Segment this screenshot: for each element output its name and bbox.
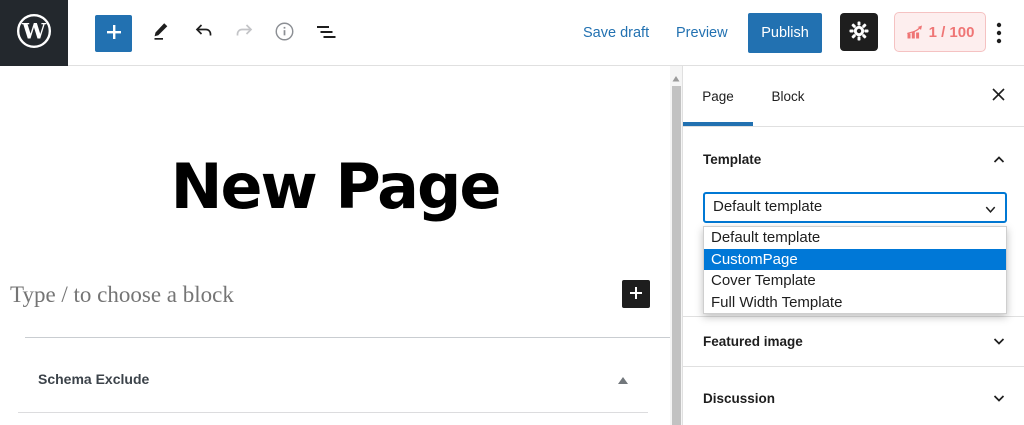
- template-dropdown-list: Default template CustomPage Cover Templa…: [703, 226, 1007, 314]
- editor-scrollbar[interactable]: [670, 66, 682, 425]
- sidebar-divider: [683, 366, 1024, 367]
- options-menu-button[interactable]: [986, 21, 1012, 47]
- template-option-highlighted[interactable]: CustomPage: [704, 249, 1006, 271]
- editor-canvas: New Page Type / to choose a block Schema…: [0, 67, 670, 425]
- details-button[interactable]: [268, 17, 300, 49]
- template-select-value: Default template: [713, 198, 822, 215]
- template-panel-label: Template: [703, 152, 761, 167]
- post-title-input[interactable]: New Page: [0, 150, 670, 223]
- tab-page[interactable]: Page: [683, 66, 753, 126]
- close-icon: [990, 86, 1007, 106]
- metabox-separator: [25, 337, 670, 338]
- block-append-button[interactable]: [622, 280, 650, 308]
- save-draft-button[interactable]: Save draft: [583, 25, 649, 41]
- undo-button[interactable]: [188, 17, 220, 49]
- seo-score-badge[interactable]: 1 / 100: [894, 12, 986, 52]
- seo-graph-icon: [906, 24, 923, 41]
- schema-exclude-metabox-header[interactable]: Schema Exclude: [0, 357, 670, 397]
- scroll-up-icon[interactable]: [672, 70, 680, 78]
- chevron-down-icon[interactable]: [990, 389, 1008, 407]
- wordpress-block-editor: W: [0, 0, 1024, 425]
- chevron-up-icon[interactable]: [990, 151, 1008, 169]
- metabox-title: Schema Exclude: [38, 371, 149, 387]
- settings-toggle-button[interactable]: [840, 13, 878, 51]
- redo-icon: [232, 20, 256, 47]
- settings-sidebar: Page Block Template Default template: [682, 66, 1024, 425]
- svg-text:W: W: [21, 19, 47, 44]
- pencil-icon: [150, 20, 174, 47]
- template-option[interactable]: Full Width Template: [704, 292, 1006, 314]
- empty-block-placeholder[interactable]: Type / to choose a block: [10, 282, 234, 308]
- metabox-underline: [18, 412, 648, 413]
- list-view-icon: [314, 20, 338, 47]
- redo-button[interactable]: [228, 17, 260, 49]
- chevron-down-icon: [983, 202, 998, 222]
- template-option[interactable]: Default template: [704, 227, 1006, 249]
- editor-toolbar: W: [0, 0, 1024, 66]
- preview-button[interactable]: Preview: [676, 25, 728, 41]
- seo-score-value: 1 / 100: [929, 24, 975, 41]
- gear-icon: [848, 20, 870, 45]
- wordpress-logo-button[interactable]: W: [0, 0, 68, 66]
- close-sidebar-button[interactable]: [986, 84, 1010, 108]
- info-icon: [273, 20, 296, 46]
- featured-image-panel-label: Featured image: [703, 334, 803, 349]
- template-select[interactable]: Default template: [703, 192, 1007, 223]
- sidebar-divider: [683, 126, 1024, 127]
- publish-button[interactable]: Publish: [748, 13, 822, 53]
- plus-icon: [628, 285, 644, 304]
- tab-block[interactable]: Block: [753, 66, 823, 126]
- undo-icon: [192, 20, 216, 47]
- scrollbar-thumb[interactable]: [672, 86, 681, 425]
- discussion-panel-label: Discussion: [703, 391, 775, 406]
- block-inserter-toggle-button[interactable]: [95, 15, 132, 52]
- wordpress-icon: W: [15, 12, 53, 55]
- sidebar-divider: [683, 316, 1024, 317]
- collapse-triangle-icon[interactable]: [616, 373, 630, 383]
- template-option[interactable]: Cover Template: [704, 270, 1006, 292]
- list-view-button[interactable]: [310, 17, 342, 49]
- tools-button[interactable]: [146, 17, 178, 49]
- kebab-icon: [987, 20, 1011, 49]
- chevron-down-icon[interactable]: [990, 332, 1008, 350]
- plus-icon: [104, 22, 124, 45]
